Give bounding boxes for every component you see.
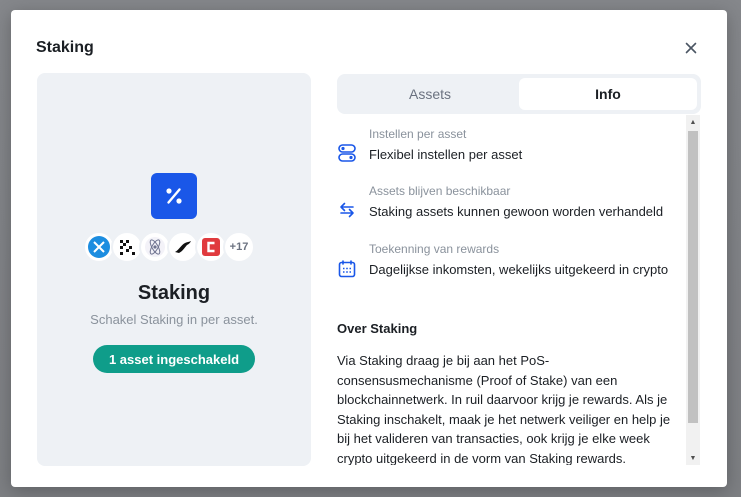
scroll-thumb[interactable] — [688, 131, 698, 423]
tab-bar: Assets Info — [337, 74, 701, 114]
modal-title: Staking — [36, 39, 94, 56]
staking-logo — [151, 173, 197, 219]
tab-info[interactable]: Info — [519, 78, 697, 110]
info-scrollbar[interactable]: ▲ ▼ — [686, 115, 700, 465]
status-badge[interactable]: 1 asset ingeschakeld — [93, 345, 255, 373]
calendar-icon — [338, 260, 356, 278]
feature-label: Toekenning van rewards — [369, 242, 500, 256]
about-staking-text: Via Staking draag je bij aan het PoS-con… — [337, 353, 671, 465]
staking-modal: Staking +17 Staking Schakel Staking in p… — [11, 10, 727, 487]
scroll-down-icon[interactable]: ▼ — [686, 451, 700, 465]
asset-icons-row: +17 — [83, 231, 255, 263]
feature-label: Instellen per asset — [369, 127, 467, 141]
scroll-up-icon[interactable]: ▲ — [686, 115, 700, 129]
close-icon — [685, 42, 697, 54]
card-title: Staking — [137, 282, 211, 304]
swap-arrows-icon — [340, 202, 354, 218]
close-button[interactable] — [683, 40, 699, 56]
percent-icon — [166, 188, 182, 204]
feature-text: Flexibel instellen per asset — [369, 147, 523, 162]
toggle-settings-icon — [338, 144, 356, 162]
feature-label: Assets blijven beschikbaar — [369, 184, 511, 198]
staking-summary-card: +17 Staking Schakel Staking in per asset… — [37, 73, 311, 466]
info-panel[interactable]: Instellen per asset Flexibel instellen p… — [337, 115, 701, 465]
feature-text: Dagelijkse inkomsten, wekelijks uitgekee… — [369, 262, 669, 277]
feature-text: Staking assets kunnen gewoon worden verh… — [369, 204, 664, 219]
more-assets-count: +17 — [223, 231, 255, 263]
tab-assets[interactable]: Assets — [341, 78, 519, 110]
section-title: Over Staking — [337, 321, 418, 336]
card-subtitle: Schakel Staking in per asset. — [90, 312, 258, 327]
